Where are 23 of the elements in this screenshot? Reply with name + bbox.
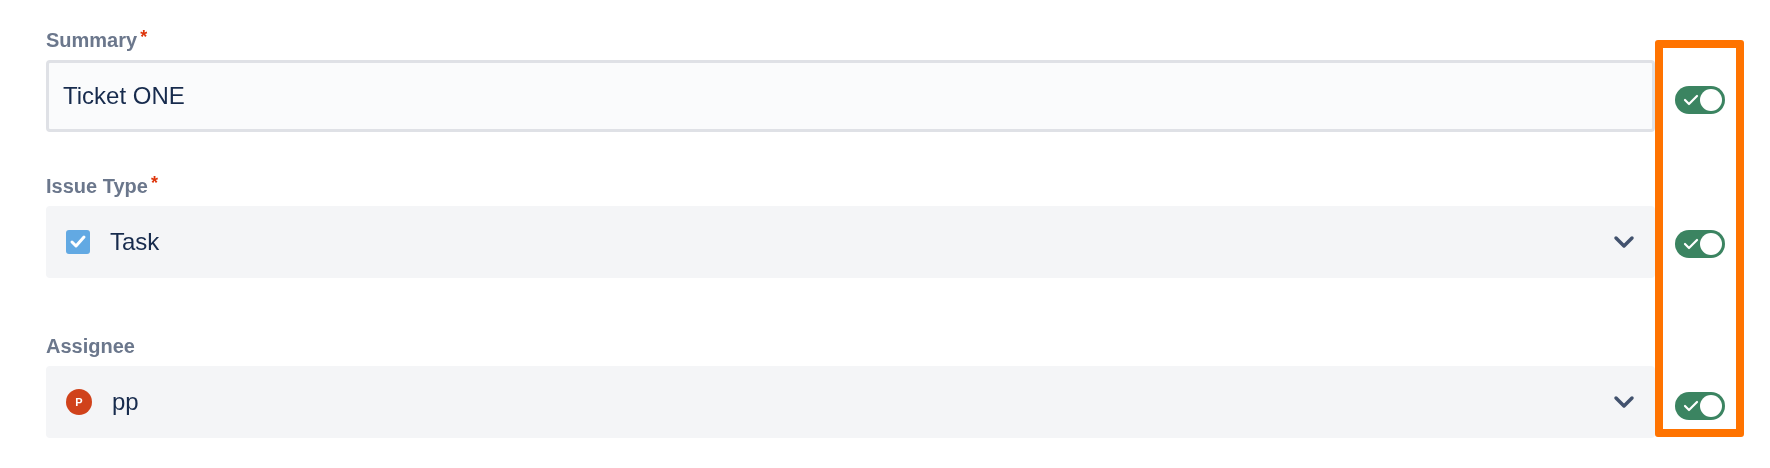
toggle-knob [1699,395,1722,417]
field-label: Summary [46,28,138,52]
select-field[interactable]: Task [46,206,1655,278]
toggle-knob [1699,233,1722,255]
check-icon [1682,94,1699,106]
chevron-down-icon [1613,395,1635,409]
check-icon [1682,400,1699,412]
toggle-switch[interactable] [1674,230,1725,258]
text-field[interactable]: Ticket ONE [46,60,1655,132]
field-label: Assignee [46,334,135,358]
required-marker: * [150,174,158,192]
select-value: pp [112,387,139,417]
select-value: Task [110,227,160,257]
required-marker: * [140,28,148,46]
toggle-knob [1699,89,1722,111]
avatar: P [66,389,92,415]
task-icon [66,230,90,254]
toggle-switch[interactable] [1674,86,1725,114]
select-field[interactable]: P pp [46,366,1655,438]
chevron-down-icon [1613,235,1635,249]
toggle-switch[interactable] [1674,392,1725,420]
field-label: Issue Type [46,174,148,198]
check-icon [1682,238,1699,250]
